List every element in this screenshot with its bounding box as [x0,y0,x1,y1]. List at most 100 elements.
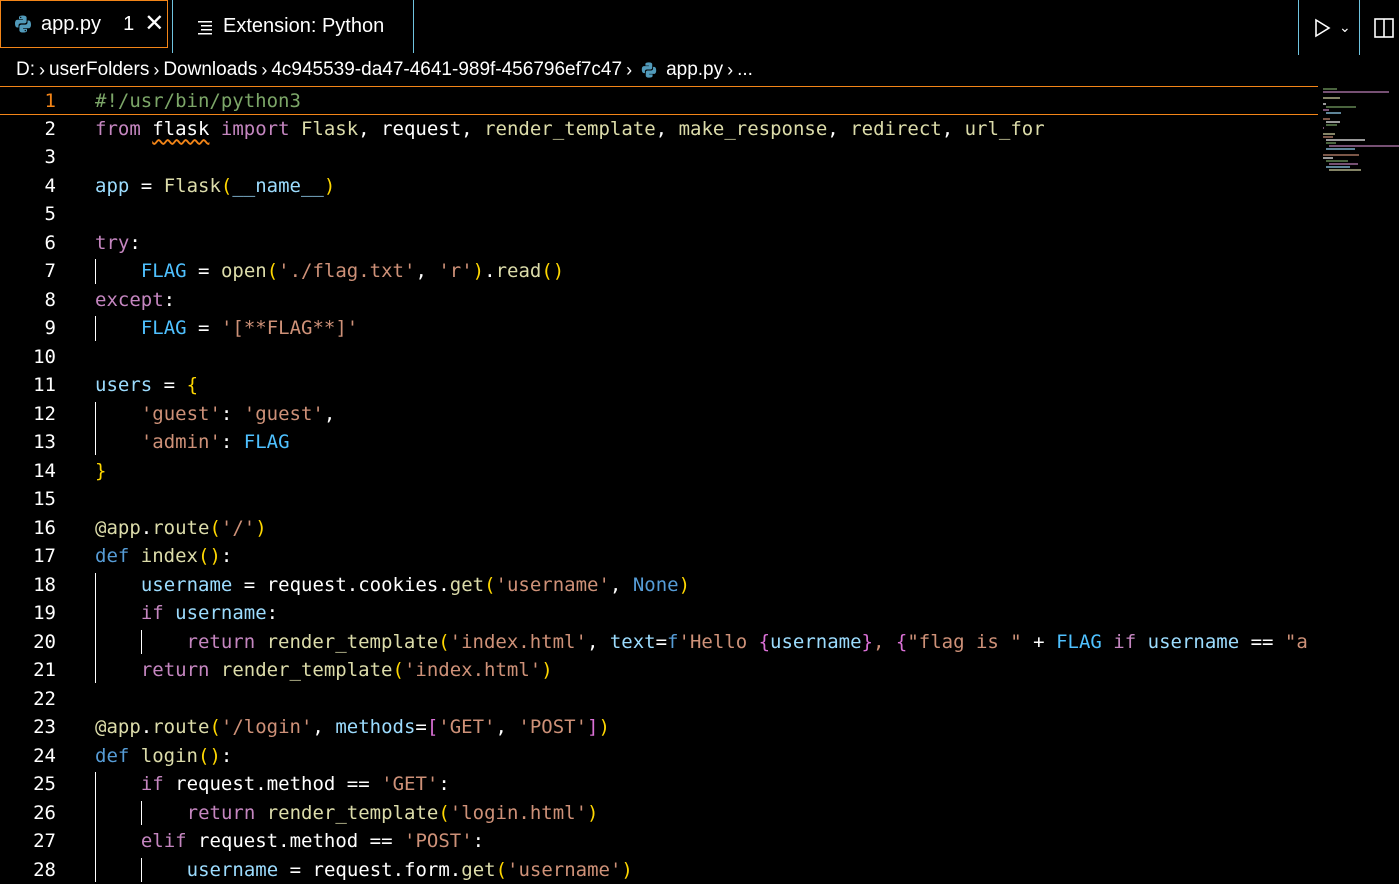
code-text: if request.method == 'GET': [140,773,450,795]
indent-guide [95,772,96,882]
minimap-line [1323,97,1340,99]
line-number: 23 [33,716,56,738]
code-line[interactable]: 16 @app.route('/') [0,514,1318,543]
code-line[interactable]: 8 except: [0,286,1318,315]
code-line[interactable]: 24 def login(): [0,742,1318,771]
code-text: 'admin': FLAG [140,431,290,453]
editor-actions: ⌄ [1298,0,1399,55]
code-line[interactable]: 18 username = request.cookies.get('usern… [0,571,1318,600]
code-line[interactable]: 3 [0,143,1318,172]
chevron-right-icon: › [727,59,734,80]
code-line[interactable]: 1 #!/usr/bin/python3 [0,86,1318,115]
minimap-line [1329,145,1399,147]
code-text: return render_template('index.html') [140,659,553,681]
minimap-line [1323,88,1338,90]
breadcrumb-item[interactable]: app.py [666,59,723,81]
code-text: 'guest': 'guest', [140,402,336,425]
code-line[interactable]: 12 'guest': 'guest', [0,400,1318,429]
minimap-line [1329,169,1361,171]
code-line[interactable]: 26 return render_template('login.html') [0,799,1318,828]
line-number: 17 [33,545,56,567]
code-line[interactable]: 5 [0,200,1318,229]
minimap-line [1326,106,1356,108]
line-number: 3 [44,146,56,168]
line-number: 11 [33,374,56,396]
line-number: 14 [33,459,56,482]
minimap-line [1329,163,1359,165]
line-number: 21 [33,659,56,681]
code-text: FLAG = open('./flag.txt', 'r').read() [140,260,565,282]
code-text: def login(): [95,744,233,767]
chevron-down-icon[interactable]: ⌄ [1339,19,1351,36]
code-line[interactable]: 19 if username: [0,599,1318,628]
chevron-right-icon: › [261,59,268,80]
minimap-line [1323,91,1390,93]
code-line[interactable]: 11 users = { [0,371,1318,400]
line-number: 12 [33,402,56,425]
code-text: def index(): [95,545,233,567]
line-number: 19 [33,602,56,624]
actions-divider [1359,0,1360,55]
code-text: @app.route('/login', methods=['GET', 'PO… [95,716,610,738]
python-file-icon [641,62,657,78]
breadcrumb-item[interactable]: Downloads [163,59,257,81]
code-line[interactable]: 23 @app.route('/login', methods=['GET', '… [0,713,1318,742]
code-text: return render_template('index.html', tex… [186,630,1308,653]
breadcrumb-item[interactable]: D: [16,59,35,81]
breadcrumb-item[interactable]: 4c945539-da47-4641-989f-456796ef7c47 [271,59,622,81]
code-line[interactable]: 14} [0,457,1318,486]
code-line[interactable]: 13 'admin': FLAG [0,428,1318,457]
breadcrumb: D: › userFolders › Downloads › 4c945539-… [0,55,1399,85]
code-line[interactable]: 9 FLAG = '[**FLAG**]' [0,314,1318,343]
line-number: 22 [33,687,56,710]
code-line[interactable]: 17 def index(): [0,542,1318,571]
minimap-line [1323,157,1333,159]
code-line[interactable]: 10 [0,343,1318,372]
code-line[interactable]: 22 [0,685,1318,714]
close-icon[interactable]: ✕ [144,12,164,36]
code-line[interactable]: 4 app = Flask(__name__) [0,172,1318,201]
code-text: username = request.form.get('username') [186,858,633,881]
run-icon[interactable] [1311,17,1333,39]
line-number: 15 [33,488,56,510]
code-text: #!/usr/bin/python3 [95,90,301,112]
code-editor[interactable]: 1 #!/usr/bin/python3 2 from flask import Fl… [0,86,1399,884]
indent-guide [141,629,142,654]
minimap[interactable] [1319,86,1399,186]
code-text: from flask import Flask, request, render… [95,117,1045,140]
code-line[interactable]: 25 if request.method == 'GET': [0,770,1318,799]
minimap-line [1323,109,1329,111]
code-text: FLAG = '[**FLAG**]' [140,317,359,339]
code-line[interactable]: 7 FLAG = open('./flag.txt', 'r').read() [0,257,1318,286]
breadcrumb-item[interactable]: ... [737,59,753,81]
code-line[interactable]: 2 from flask import Flask, request, rende… [0,115,1318,144]
minimap-line [1326,148,1355,150]
code-line[interactable]: 15 [0,485,1318,514]
code-line[interactable]: 28 username = request.form.get('username… [0,856,1318,884]
line-number: 25 [33,773,56,795]
minimap-line [1323,103,1327,105]
tab-app-py[interactable]: app.py 1 ✕ [0,0,168,48]
breadcrumb-item[interactable]: userFolders [49,59,149,81]
minimap-line [1326,112,1342,114]
tab-extension-python[interactable]: Extension: Python [172,0,414,53]
tab-label: Extension: Python [223,15,385,37]
minimap-line [1326,139,1365,141]
python-file-icon [15,15,31,33]
code-line[interactable]: 27 elif request.method == 'POST': [0,827,1318,856]
editor-tab-bar: app.py 1 ✕ Extension: Python ⌄ [0,0,1399,55]
line-number: 20 [33,630,56,653]
line-number: 27 [33,830,56,852]
split-editor-icon[interactable] [1373,17,1395,39]
code-text: elif request.method == 'POST': [140,830,485,852]
minimap-line [1326,121,1340,123]
indent-guide [95,259,96,284]
line-number: 8 [44,288,56,311]
code-text: } [95,459,107,482]
code-line[interactable]: 21 return render_template('index.html') [0,656,1318,685]
indent-guide [95,572,96,683]
code-line[interactable]: 20 return render_template('index.html', … [0,628,1318,657]
chevron-right-icon: › [153,59,160,80]
code-line[interactable]: 6 try: [0,229,1318,258]
chevron-right-icon: › [39,59,45,80]
